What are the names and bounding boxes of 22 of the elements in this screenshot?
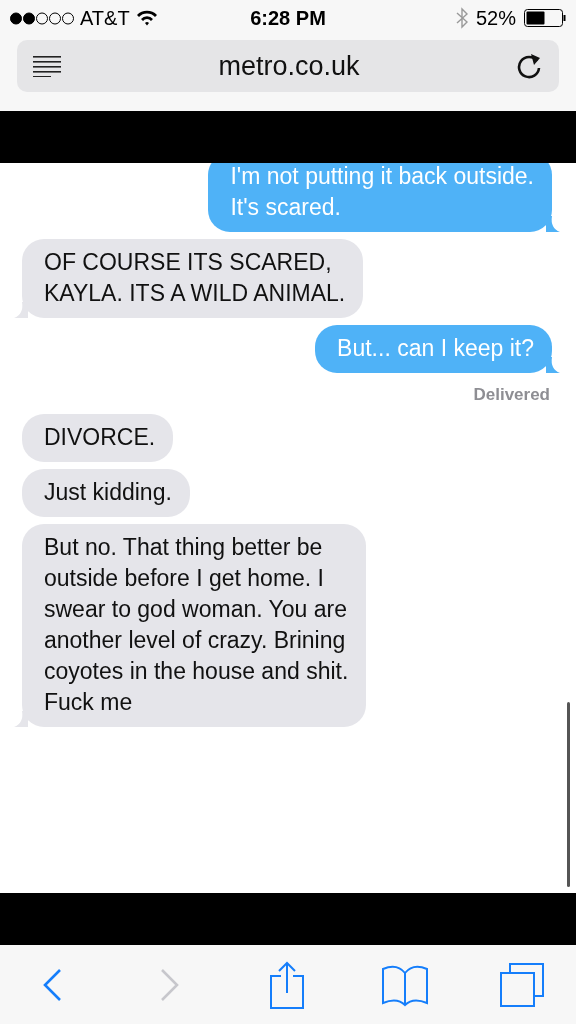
received-message-bubble: DIVORCE. bbox=[22, 414, 174, 462]
received-message-bubble: Just kidding. bbox=[22, 469, 190, 517]
reload-icon[interactable] bbox=[517, 52, 543, 80]
bluetooth-icon bbox=[455, 7, 468, 29]
battery-percentage: 52% bbox=[475, 6, 516, 30]
chevron-right-icon bbox=[159, 967, 180, 1002]
carrier-name: AT&T bbox=[80, 6, 130, 30]
battery-icon bbox=[524, 9, 566, 27]
bubble-tail bbox=[14, 302, 28, 318]
url-text: metro.co.uk bbox=[217, 50, 361, 82]
bubble-tail bbox=[14, 711, 28, 727]
delivered-status: Delivered bbox=[473, 385, 550, 405]
reader-menu-icon[interactable] bbox=[33, 55, 61, 77]
bubble-tail bbox=[546, 357, 560, 373]
wifi-icon bbox=[135, 10, 158, 26]
address-bar[interactable]: metro.co.uk bbox=[17, 40, 559, 92]
chevron-left-icon bbox=[42, 967, 62, 1002]
tabs-icon bbox=[499, 961, 545, 1008]
signal-icon bbox=[10, 11, 74, 25]
bubble-tail bbox=[546, 216, 560, 232]
share-icon bbox=[269, 960, 305, 1009]
clock-time: 6:28 PM bbox=[250, 6, 326, 30]
